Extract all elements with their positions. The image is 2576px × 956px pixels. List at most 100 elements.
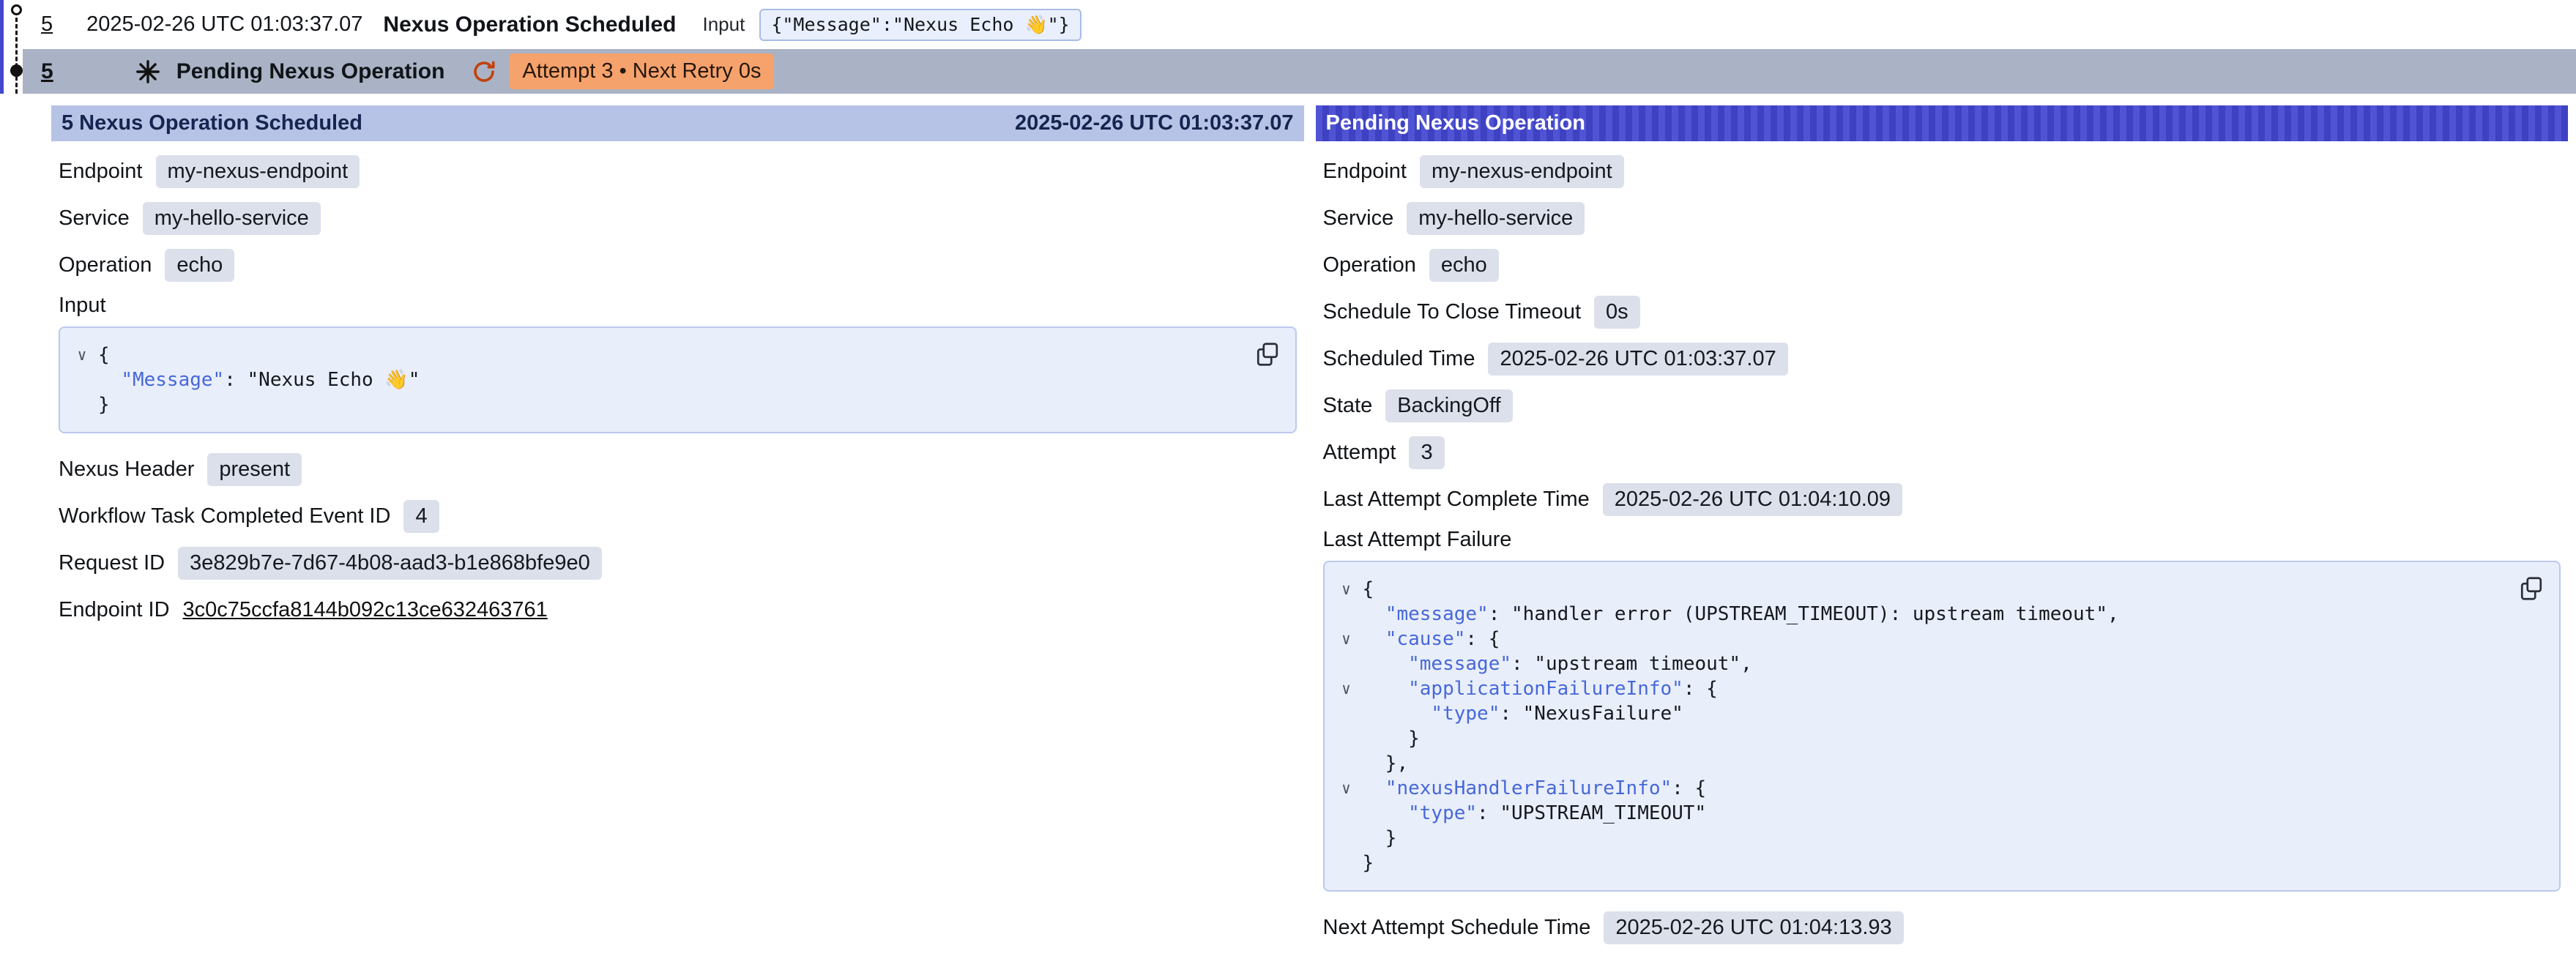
- field-label: Workflow Task Completed Event ID: [59, 504, 390, 529]
- field-label: Operation: [59, 253, 152, 277]
- field-row-endpoint: Endpoint my-nexus-endpoint: [1323, 153, 2561, 190]
- timeline-rail: [5, 0, 24, 97]
- collapse-chevron-icon[interactable]: ∨: [66, 343, 98, 367]
- field-row-wft-completed-event-id: Workflow Task Completed Event ID 4: [59, 498, 1297, 534]
- field-label: Endpoint ID: [59, 598, 170, 622]
- field-value-badge: 3: [1409, 436, 1444, 469]
- code-line: ∨ "applicationFailureInfo": {: [1330, 676, 2509, 701]
- field-label: Request ID: [59, 551, 165, 575]
- code-line: ∨{: [66, 343, 1244, 367]
- field-value-badge: 3e829b7e-7d67-4b08-aad3-b1e868bfe9e0: [178, 547, 602, 580]
- failure-json-block: ∨{ "message": "handler error (UPSTREAM_T…: [1323, 561, 2561, 892]
- retry-icon: [471, 59, 497, 85]
- attempt-retry-badge: Attempt 3 • Next Retry 0s: [509, 53, 774, 89]
- pending-operation-body: Endpoint my-nexus-endpoint Service my-he…: [1316, 141, 2569, 946]
- field-row-state: State BackingOff: [1323, 387, 2561, 424]
- scheduled-event-panel: 5 Nexus Operation Scheduled 2025-02-26 U…: [51, 105, 1304, 638]
- field-value-badge: 2025-02-26 UTC 01:03:37.07: [1488, 343, 1787, 376]
- field-row-schedule-to-close-timeout: Schedule To Close Timeout 0s: [1323, 294, 2561, 330]
- scheduled-event-header[interactable]: 5 Nexus Operation Scheduled 2025-02-26 U…: [51, 105, 1304, 141]
- field-value-badge: my-hello-service: [143, 202, 321, 235]
- field-label: Attempt: [1323, 441, 1396, 465]
- code-line: "message": "upstream timeout",: [1330, 651, 2509, 676]
- endpoint-id-link[interactable]: 3c0c75ccfa8144b092c13ce632463761: [183, 598, 548, 622]
- field-row-service: Service my-hello-service: [1323, 200, 2561, 236]
- event-detail-area: 5 Nexus Operation Scheduled 2025-02-26 U…: [51, 105, 2568, 956]
- field-value-badge: echo: [165, 249, 234, 282]
- code-line: "message": "handler error (UPSTREAM_TIME…: [1330, 602, 2509, 627]
- failure-section-label: Last Attempt Failure: [1323, 528, 2561, 552]
- code-line: },: [1330, 751, 2509, 776]
- pending-operation-header-title: Pending Nexus Operation: [1326, 111, 1586, 135]
- field-label: Service: [1323, 206, 1394, 231]
- field-label: Next Attempt Schedule Time: [1323, 916, 1591, 940]
- pending-operation-row[interactable]: 5 Pending Nexus Operation Attempt 3 • Ne…: [23, 49, 2576, 94]
- field-label: Nexus Header: [59, 458, 194, 482]
- code-line: "Message": "Nexus Echo 👋": [66, 367, 1244, 392]
- field-value-badge: 2025-02-26 UTC 01:04:10.09: [1603, 483, 1902, 516]
- timeline-node-open-icon: [11, 4, 22, 15]
- field-row-attempt: Attempt 3: [1323, 434, 2561, 471]
- scheduled-event-header-time: 2025-02-26 UTC 01:03:37.07: [1015, 111, 1293, 135]
- pending-event-id-link[interactable]: 5: [41, 59, 53, 84]
- field-label: Schedule To Close Timeout: [1323, 300, 1582, 324]
- field-row-service: Service my-hello-service: [59, 200, 1297, 236]
- collapse-chevron-icon[interactable]: ∨: [1330, 776, 1363, 801]
- field-value-badge: my-nexus-endpoint: [156, 155, 360, 188]
- code-line: ∨{: [1330, 577, 2509, 602]
- code-line: }: [1330, 826, 2509, 851]
- copy-icon: [2518, 575, 2545, 602]
- field-row-scheduled-time: Scheduled Time 2025-02-26 UTC 01:03:37.0…: [1323, 340, 2561, 377]
- field-row-request-id: Request ID 3e829b7e-7d67-4b08-aad3-b1e86…: [59, 545, 1297, 581]
- state-badge: BackingOff: [1385, 389, 1512, 422]
- field-label: Scheduled Time: [1323, 347, 1475, 371]
- pending-operation-header[interactable]: Pending Nexus Operation: [1316, 105, 2569, 141]
- collapse-chevron-icon[interactable]: ∨: [1330, 627, 1363, 651]
- code-line: }: [1330, 851, 2509, 875]
- pending-spinner-icon: [135, 59, 160, 84]
- pending-operation-panel: Pending Nexus Operation Endpoint my-nexu…: [1316, 105, 2569, 956]
- code-line: ∨ "cause": {: [1330, 627, 2509, 651]
- field-row-nexus-header: Nexus Header present: [59, 451, 1297, 488]
- field-label: Last Attempt Complete Time: [1323, 488, 1590, 512]
- field-value-badge: 0s: [1594, 296, 1640, 329]
- field-label: Endpoint: [1323, 160, 1407, 184]
- field-row-last-attempt-complete-time: Last Attempt Complete Time 2025-02-26 UT…: [1323, 481, 2561, 518]
- field-row-next-attempt-schedule-time: Next Attempt Schedule Time 2025-02-26 UT…: [1323, 909, 2561, 946]
- timeline-node-filled-icon: [10, 64, 23, 77]
- scheduled-event-body: Endpoint my-nexus-endpoint Service my-he…: [51, 141, 1304, 628]
- code-line: "type": "NexusFailure": [1330, 701, 2509, 726]
- field-label: Service: [59, 206, 130, 231]
- timeline-connector: [15, 18, 18, 94]
- field-label: State: [1323, 394, 1373, 418]
- copy-button[interactable]: [1251, 338, 1284, 373]
- json-code: ∨{ "message": "handler error (UPSTREAM_T…: [1330, 577, 2509, 875]
- field-row-endpoint: Endpoint my-nexus-endpoint: [59, 153, 1297, 190]
- code-line: }: [1330, 726, 2509, 751]
- collapse-chevron-icon[interactable]: ∨: [1330, 676, 1363, 701]
- json-code: ∨{ "Message": "Nexus Echo 👋"}: [66, 343, 1244, 417]
- field-value-badge: 2025-02-26 UTC 01:04:13.93: [1604, 911, 1903, 944]
- field-label: Operation: [1323, 253, 1416, 277]
- field-value-badge: 4: [403, 500, 439, 533]
- collapse-chevron-icon[interactable]: ∨: [1330, 577, 1363, 602]
- event-id-link[interactable]: 5: [41, 12, 53, 37]
- copy-button[interactable]: [2515, 572, 2547, 607]
- code-line: }: [66, 392, 1244, 417]
- field-value-badge: my-nexus-endpoint: [1420, 155, 1624, 188]
- field-value-badge: echo: [1429, 249, 1499, 282]
- code-line: "type": "UPSTREAM_TIMEOUT": [1330, 801, 2509, 826]
- code-line: ∨ "nexusHandlerFailureInfo": {: [1330, 776, 2509, 801]
- event-title: Nexus Operation Scheduled: [383, 12, 676, 37]
- event-time: 2025-02-26 UTC 01:03:37.07: [86, 12, 362, 37]
- field-value-badge: present: [207, 453, 302, 486]
- input-json-block: ∨{ "Message": "Nexus Echo 👋"}: [59, 326, 1297, 433]
- field-label: Endpoint: [59, 160, 143, 184]
- event-row-scheduled[interactable]: 5 2025-02-26 UTC 01:03:37.07 Nexus Opera…: [0, 0, 2576, 49]
- input-preview-chip[interactable]: {"Message":"Nexus Echo 👋"}: [759, 9, 1081, 41]
- selected-event-indicator-bar: [0, 0, 4, 94]
- scheduled-event-header-title: 5 Nexus Operation Scheduled: [62, 111, 362, 135]
- field-value-badge: my-hello-service: [1407, 202, 1585, 235]
- field-row-endpoint-id: Endpoint ID 3c0c75ccfa8144b092c13ce63246…: [59, 591, 1297, 628]
- copy-icon: [1254, 341, 1281, 367]
